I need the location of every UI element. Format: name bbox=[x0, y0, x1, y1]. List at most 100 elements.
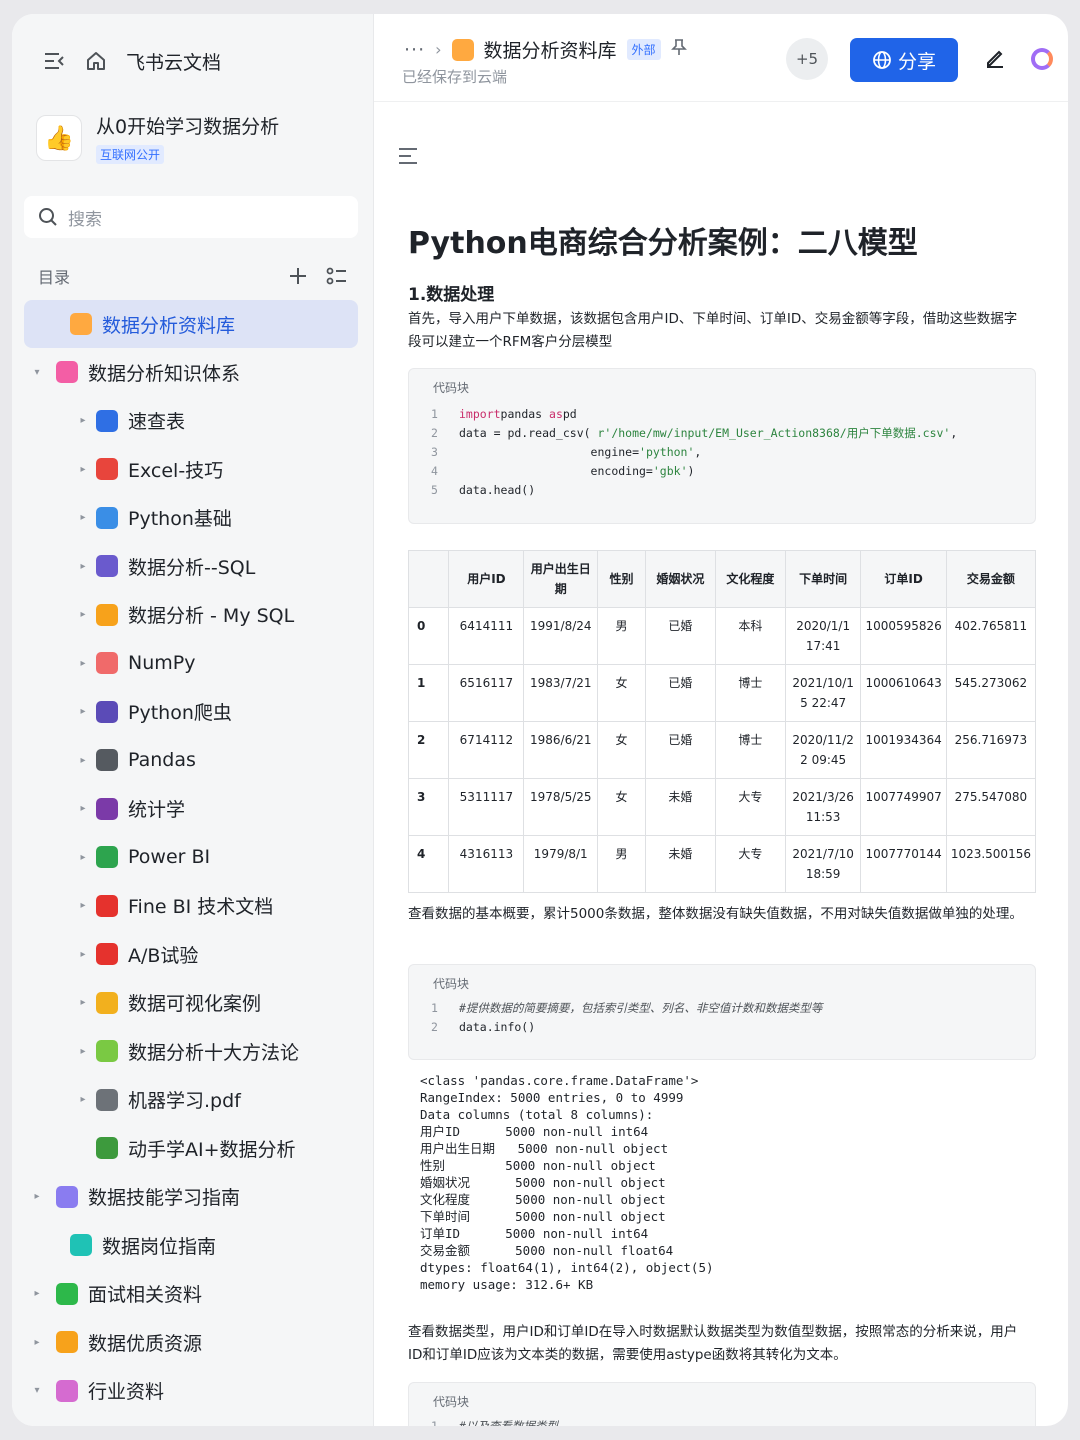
chevron-right-icon[interactable]: ▸ bbox=[26, 1337, 48, 1348]
toc-label: 目录 bbox=[38, 268, 71, 287]
code-block-3[interactable]: 代码块 1 #以及查看数据类型 bbox=[408, 1382, 1036, 1426]
more-icon[interactable]: ··· bbox=[404, 39, 425, 61]
chevron-right-icon[interactable]: ▸ bbox=[76, 609, 90, 620]
row-index: 0 bbox=[407, 607, 450, 665]
code-line: 1 #提供数据的简要摘要，包括索引类型、列名、非空值计数和数据类型等 bbox=[431, 999, 822, 1018]
sidebar-item-label: 数据技能学习指南 bbox=[88, 1187, 241, 1210]
sidebar-item[interactable]: ▾ 行业资料 bbox=[24, 1367, 358, 1416]
sidebar-item[interactable]: ▸ 数据可视化案例 bbox=[24, 979, 358, 1028]
chevron-right-icon[interactable]: ▸ bbox=[76, 706, 90, 717]
sidebar-item[interactable]: ▸ NumPy bbox=[24, 639, 358, 688]
chevron-right-icon[interactable]: ▸ bbox=[76, 949, 90, 960]
sidebar-item[interactable]: 数据岗位指南 bbox=[24, 1221, 358, 1270]
code-token: data.head() bbox=[459, 483, 536, 497]
share-button[interactable]: 分享 bbox=[850, 38, 958, 82]
chevron-right-icon[interactable]: ▸ bbox=[76, 1046, 90, 1057]
sidebar-item[interactable]: ▸ A/B试验 bbox=[24, 930, 358, 979]
table-cell: 1001934364 bbox=[860, 721, 947, 779]
sidebar-item[interactable]: ▸ Python爬虫 bbox=[24, 688, 358, 737]
table-cell: 博士 bbox=[714, 664, 786, 722]
chevron-right-icon[interactable]: ▸ bbox=[76, 803, 90, 814]
sidebar-item[interactable]: 数据分析资料库 bbox=[24, 300, 358, 348]
chevron-right-icon[interactable]: ▸ bbox=[76, 1094, 90, 1105]
sidebar-item[interactable]: ▸ Python基础 bbox=[24, 494, 358, 543]
sidebar-item-label: Excel-技巧 bbox=[128, 459, 224, 482]
sidebar-item[interactable]: 动手学AI+数据分析 bbox=[24, 1124, 358, 1173]
breadcrumb-doc-name[interactable]: 数据分析资料库 bbox=[484, 36, 617, 63]
pushpin-icon bbox=[96, 894, 118, 917]
sidebar-item[interactable]: ▸ 机器学习.pdf bbox=[24, 1076, 358, 1125]
home-icon[interactable] bbox=[84, 49, 108, 73]
list-settings-icon[interactable] bbox=[326, 266, 348, 286]
dataframe-table: 用户ID 用户出生日期 性别 婚姻状况 文化程度 下单时间 订单ID 交易金额 0 6414111… bbox=[407, 550, 1037, 893]
column-header: 订单ID bbox=[860, 550, 947, 608]
chevron-right-icon[interactable]: ▸ bbox=[76, 852, 90, 863]
sidebar-item[interactable]: ▸ 统计学 bbox=[24, 785, 358, 834]
sidebar-item[interactable]: ▾ 数据分析知识体系 bbox=[24, 348, 358, 397]
section-heading: 1.数据处理 bbox=[408, 285, 495, 305]
table-cell: 1000610643 bbox=[860, 664, 947, 722]
code-token: data = pd.read_csv( bbox=[459, 426, 598, 440]
pin-icon[interactable] bbox=[670, 38, 687, 61]
chevron-right-icon[interactable]: ▸ bbox=[26, 1191, 48, 1202]
medal-icon bbox=[96, 991, 118, 1014]
sidebar-item[interactable]: ▸ 数据分析 - My SQL bbox=[24, 591, 358, 640]
sidebar-item-label: 数据可视化案例 bbox=[128, 993, 262, 1016]
chevron-right-icon[interactable]: ▸ bbox=[76, 561, 90, 572]
sidebar-item-label: Power BI bbox=[128, 846, 211, 869]
thumbs-up-icon: 👍 bbox=[36, 115, 82, 161]
sidebar-item[interactable]: ▸ Power BI bbox=[24, 833, 358, 882]
sidebar-item-label: 数据分析十大方法论 bbox=[128, 1041, 300, 1064]
line-number: 5 bbox=[431, 483, 438, 497]
code-block-2[interactable]: 代码块 1 #提供数据的简要摘要，包括索引类型、列名、非空值计数和数据类型等 2 da… bbox=[408, 964, 1036, 1060]
sidebar-item[interactable]: ▸ Fine BI 技术文档 bbox=[24, 882, 358, 931]
chevron-right-icon[interactable]: ▸ bbox=[76, 997, 90, 1008]
chevron-right-icon[interactable]: ▸ bbox=[76, 900, 90, 911]
sidebar-item-label: Fine BI 技术文档 bbox=[128, 896, 274, 919]
code-line: 1 #以及查看数据类型 bbox=[431, 1417, 558, 1426]
sidebar-item[interactable]: ▸ 数据优质资源 bbox=[24, 1318, 358, 1367]
table-cell: 6714112 bbox=[448, 721, 525, 779]
table-row: 2 6714112 1986/6/21 女已婚 博士 2020/11/2 2 09:45 1… bbox=[407, 721, 1037, 779]
chevron-down-icon[interactable]: ▾ bbox=[26, 1385, 48, 1396]
chevron-right-icon[interactable]: ▸ bbox=[76, 658, 90, 669]
chevron-right-icon[interactable]: ▸ bbox=[76, 415, 90, 426]
sidebar-item[interactable]: ▸ Excel-技巧 bbox=[24, 445, 358, 494]
table-cell: 2021/3/26 11:53 bbox=[784, 778, 862, 836]
sidebar-item[interactable]: ▸ 数据分析十大方法论 bbox=[24, 1027, 358, 1076]
table-row: 3 5311117 1978/5/25 女未婚 大专 2021/3/26 11:53 100… bbox=[407, 778, 1037, 836]
sidebar: 飞书云文档 👍 从0开始学习数据分析 互联网公开 搜索 目录 数据分析资料库 ▾ 数… bbox=[12, 14, 374, 1426]
doc-icon bbox=[56, 361, 78, 384]
code-block-1[interactable]: 代码块 1 importpandas aspd 2 data = pd.read_cs… bbox=[408, 368, 1036, 524]
workspace-header[interactable]: 👍 从0开始学习数据分析 互联网公开 bbox=[36, 112, 279, 164]
chevron-right-icon[interactable]: ▸ bbox=[76, 464, 90, 475]
table-cell: 女 bbox=[597, 778, 646, 836]
add-icon[interactable] bbox=[288, 266, 308, 286]
code-block-label: 代码块 bbox=[433, 977, 470, 991]
breadcrumb: ··· › 数据分析资料库 外部 bbox=[404, 36, 687, 63]
sidebar-item[interactable]: ▸ 数据技能学习指南 bbox=[24, 1173, 358, 1222]
sidebar-item-label: Python爬虫 bbox=[128, 702, 232, 725]
sidebar-item[interactable]: ▸ 数据分析--SQL bbox=[24, 542, 358, 591]
sidebar-item[interactable]: ▸ 速查表 bbox=[24, 397, 358, 446]
table-cell: 2021/7/10 18:59 bbox=[784, 835, 862, 893]
edit-icon[interactable] bbox=[984, 46, 1006, 74]
chevron-right-icon[interactable]: ▸ bbox=[26, 1288, 48, 1299]
search-input[interactable]: 搜索 bbox=[24, 196, 358, 238]
brand-name[interactable]: 飞书云文档 bbox=[126, 48, 221, 75]
sidebar-item-label: 面试相关资料 bbox=[88, 1284, 203, 1307]
collaborators-count[interactable]: +5 bbox=[786, 38, 828, 80]
sidebar-item[interactable]: ▸ Pandas bbox=[24, 736, 358, 785]
code-token: engine= bbox=[459, 445, 640, 459]
chevron-right-icon[interactable]: ▸ bbox=[76, 512, 90, 523]
rainbow-icon bbox=[96, 603, 118, 626]
chevron-down-icon[interactable]: ▾ bbox=[26, 367, 48, 378]
sidebar-item[interactable]: ▸ 面试相关资料 bbox=[24, 1270, 358, 1319]
sidebar-item-label: 数据分析 - My SQL bbox=[128, 605, 295, 628]
outline-icon[interactable] bbox=[398, 146, 418, 171]
chevron-right-icon[interactable]: ▸ bbox=[76, 755, 90, 766]
ai-assistant-icon[interactable] bbox=[1031, 48, 1053, 70]
collapse-sidebar-icon[interactable] bbox=[42, 49, 66, 73]
code-block-label: 代码块 bbox=[433, 381, 470, 395]
column-header: 下单时间 bbox=[784, 550, 862, 608]
